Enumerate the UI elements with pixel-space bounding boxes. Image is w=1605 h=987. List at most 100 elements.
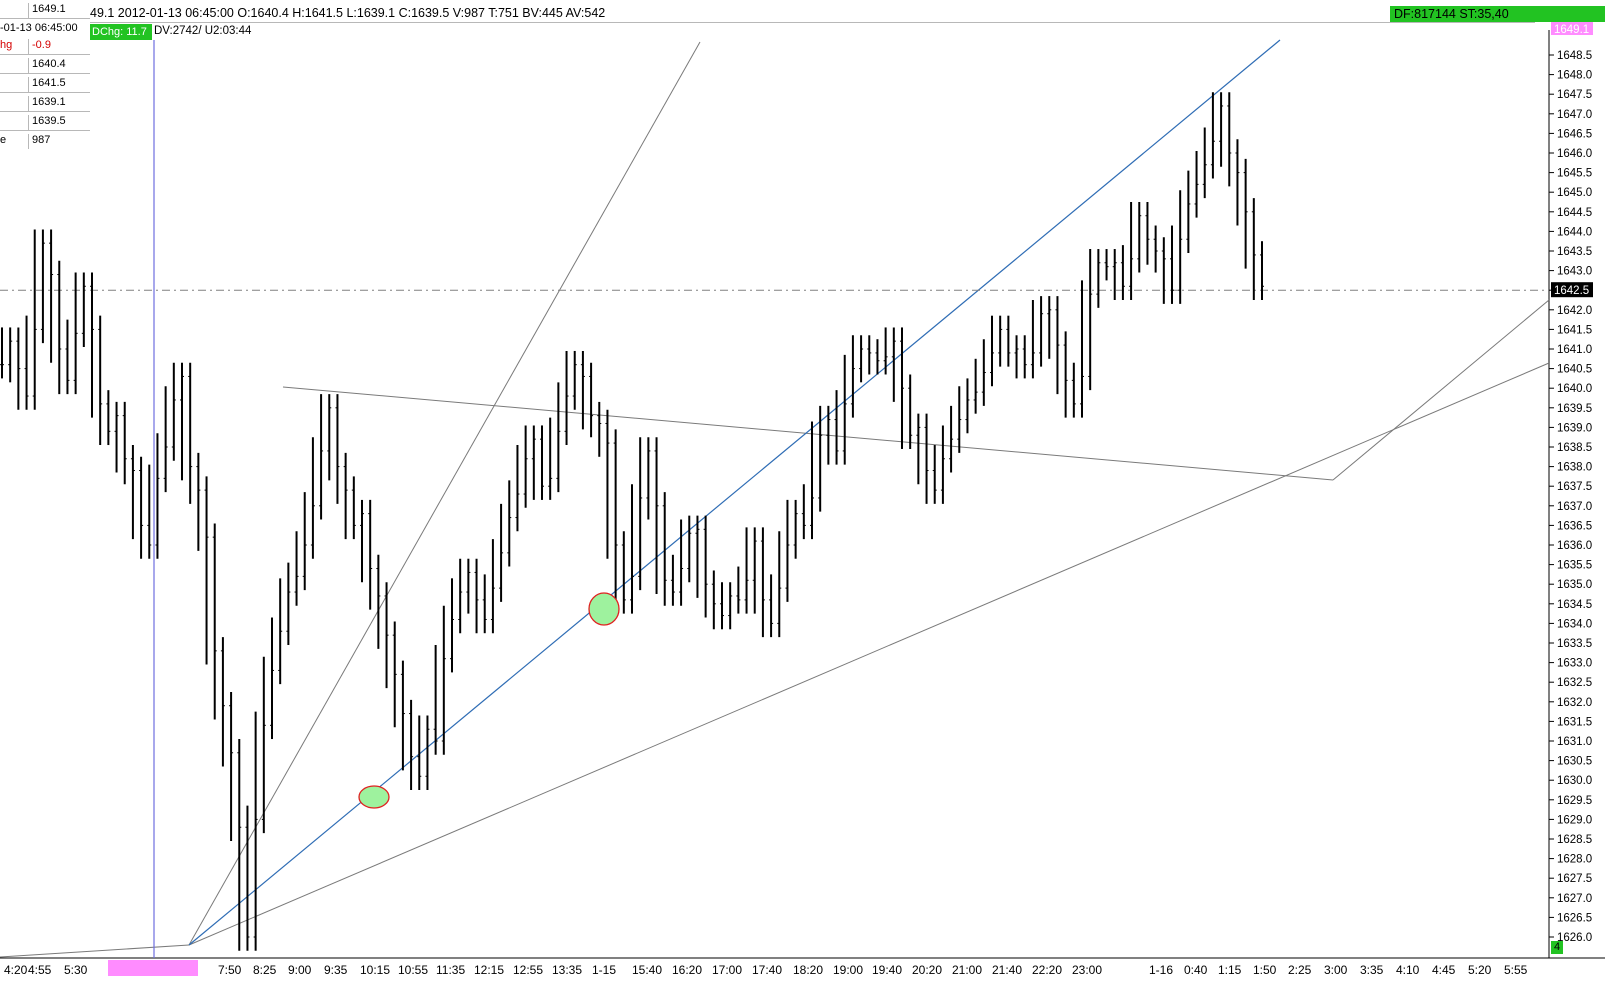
price-tick-label: 1646.5 (1557, 128, 1592, 140)
time-tick-label: 8:25 (253, 963, 277, 977)
price-chart[interactable]: 1626.01626.51627.01627.51628.01628.51629… (0, 0, 1605, 987)
time-tick-label: 1:15 (1218, 963, 1242, 977)
corner-badge[interactable]: 4 (1551, 941, 1563, 954)
time-tick-label: 23:00 (1072, 963, 1102, 977)
info-top-value: 1649.1 (32, 3, 66, 15)
time-tick-label: 4:55 (28, 963, 52, 977)
time-tick-label: 10:15 (360, 963, 390, 977)
top-price-tag: 1649.1 (1551, 22, 1593, 36)
info-label (0, 96, 29, 111)
session-change-box: DChg: 11.7 (90, 24, 152, 40)
price-tick-label: 1631.5 (1557, 716, 1592, 728)
df-status-box: DF:817144 ST:35,40 (1390, 6, 1605, 22)
price-tick-label: 1639.5 (1557, 403, 1592, 415)
info-label (0, 3, 29, 18)
price-tick-label: 1640.5 (1557, 364, 1592, 376)
info-value: 1641.5 (32, 77, 66, 89)
info-date-time: -01-13 06:45:00 (0, 22, 78, 34)
price-tick-label: 1630.0 (1557, 775, 1592, 787)
price-tick-label: 1630.5 (1557, 756, 1592, 768)
time-tick-label: 1-15 (592, 963, 616, 977)
price-tick-label: 1644.0 (1557, 226, 1592, 238)
time-tick-label: 21:00 (952, 963, 982, 977)
time-tick-label: 7:50 (218, 963, 242, 977)
last-price-label: 1642.5 (1554, 285, 1589, 297)
ohlc-quote-line: 49.1 2012-01-13 06:45:00 O:1640.4 H:1641… (90, 6, 606, 20)
time-tick-label: 10:55 (398, 963, 428, 977)
price-tick-label: 1637.5 (1557, 481, 1592, 493)
time-marker-tag (108, 960, 198, 976)
info-label (0, 77, 29, 92)
price-tick-label: 1643.0 (1557, 266, 1592, 278)
price-tick-label: 1635.0 (1557, 579, 1592, 591)
dv-text: DV:2742/ U2:03:44 (154, 25, 252, 37)
time-tick-label: 1-16 (1149, 963, 1173, 977)
info-row-top: 1649.1 (0, 0, 90, 19)
info-value: 1639.1 (32, 96, 66, 108)
price-tick-label: 1633.5 (1557, 638, 1592, 650)
time-tick-label: 12:15 (474, 963, 504, 977)
time-tick-label: 15:40 (632, 963, 662, 977)
info-value: 1640.4 (32, 58, 66, 70)
info-row: 1639.5 (0, 112, 90, 131)
info-row: 1641.5 (0, 74, 90, 93)
time-tick-label: 13:35 (552, 963, 582, 977)
last-price-tag: 1642.5 (1551, 282, 1593, 298)
info-value: -0.9 (32, 39, 51, 51)
price-tick-label: 1641.0 (1557, 344, 1592, 356)
time-tick-label: 18:20 (793, 963, 823, 977)
time-tick-label: 5:20 (1468, 963, 1492, 977)
price-tick-label: 1646.0 (1557, 148, 1592, 160)
time-tick-label: 1:50 (1253, 963, 1277, 977)
time-tick-label: 22:20 (1032, 963, 1062, 977)
price-tick-label: 1647.5 (1557, 89, 1592, 101)
time-tick-label: 21:40 (992, 963, 1022, 977)
time-tick-label: 9:00 (288, 963, 312, 977)
time-tick-label: 17:00 (712, 963, 742, 977)
info-value: 1639.5 (32, 115, 66, 127)
price-tick-label: 1640.0 (1557, 383, 1592, 395)
pivot-marker-mid (588, 592, 620, 626)
time-tick-label: 2:25 (1288, 963, 1312, 977)
time-tick-label: 3:35 (1360, 963, 1384, 977)
time-tick-label: 5:55 (1504, 963, 1528, 977)
price-tick-label: 1648.0 (1557, 70, 1592, 82)
price-tick-label: 1628.0 (1557, 854, 1592, 866)
time-axis: 4:204:555:30601-13 06:45:007:508:259:009… (4, 963, 1528, 977)
quote-header: 49.1 2012-01-13 06:45:00 O:1640.4 H:1641… (90, 4, 1605, 23)
price-tick-label: 1627.5 (1557, 873, 1592, 885)
price-tick-label: 1627.0 (1557, 893, 1592, 905)
price-tick-label: 1634.0 (1557, 618, 1592, 630)
time-tick-label: 11:35 (436, 963, 465, 977)
pivot-marker-low (358, 785, 390, 809)
price-tick-label: 1641.5 (1557, 324, 1592, 336)
time-tick-label: 0:40 (1184, 963, 1208, 977)
price-tick-label: 1629.5 (1557, 795, 1592, 807)
price-tick-label: 1643.5 (1557, 246, 1592, 258)
price-tick-label: 1637.0 (1557, 501, 1592, 513)
price-tick-label: 1631.0 (1557, 736, 1592, 748)
price-tick-label: 1628.5 (1557, 834, 1592, 846)
price-tick-label: 1629.0 (1557, 814, 1592, 826)
time-tick-label: 9:35 (324, 963, 348, 977)
price-tick-label: 1639.0 (1557, 422, 1592, 434)
price-tick-label: 1632.5 (1557, 677, 1592, 689)
price-tick-label: 1634.5 (1557, 599, 1592, 611)
time-tick-label: 20:20 (912, 963, 942, 977)
price-tick-label: 1638.5 (1557, 442, 1592, 454)
info-value: 987 (32, 134, 51, 146)
price-tick-label: 1636.5 (1557, 520, 1592, 532)
price-tick-label: 1626.5 (1557, 912, 1592, 924)
info-label (0, 58, 29, 73)
time-tick-label: 19:40 (872, 963, 902, 977)
info-row: 1639.1 (0, 93, 90, 112)
info-label: e (0, 134, 29, 149)
price-tick-label: 1645.5 (1557, 168, 1592, 180)
price-tick-label: 1644.5 (1557, 207, 1592, 219)
time-tick-label: 4:10 (1396, 963, 1420, 977)
info-row: hg -0.9 (0, 36, 90, 55)
time-tick-label: 19:00 (833, 963, 863, 977)
info-label (0, 115, 29, 130)
info-label: hg (0, 39, 29, 54)
price-tick-label: 1633.0 (1557, 658, 1592, 670)
